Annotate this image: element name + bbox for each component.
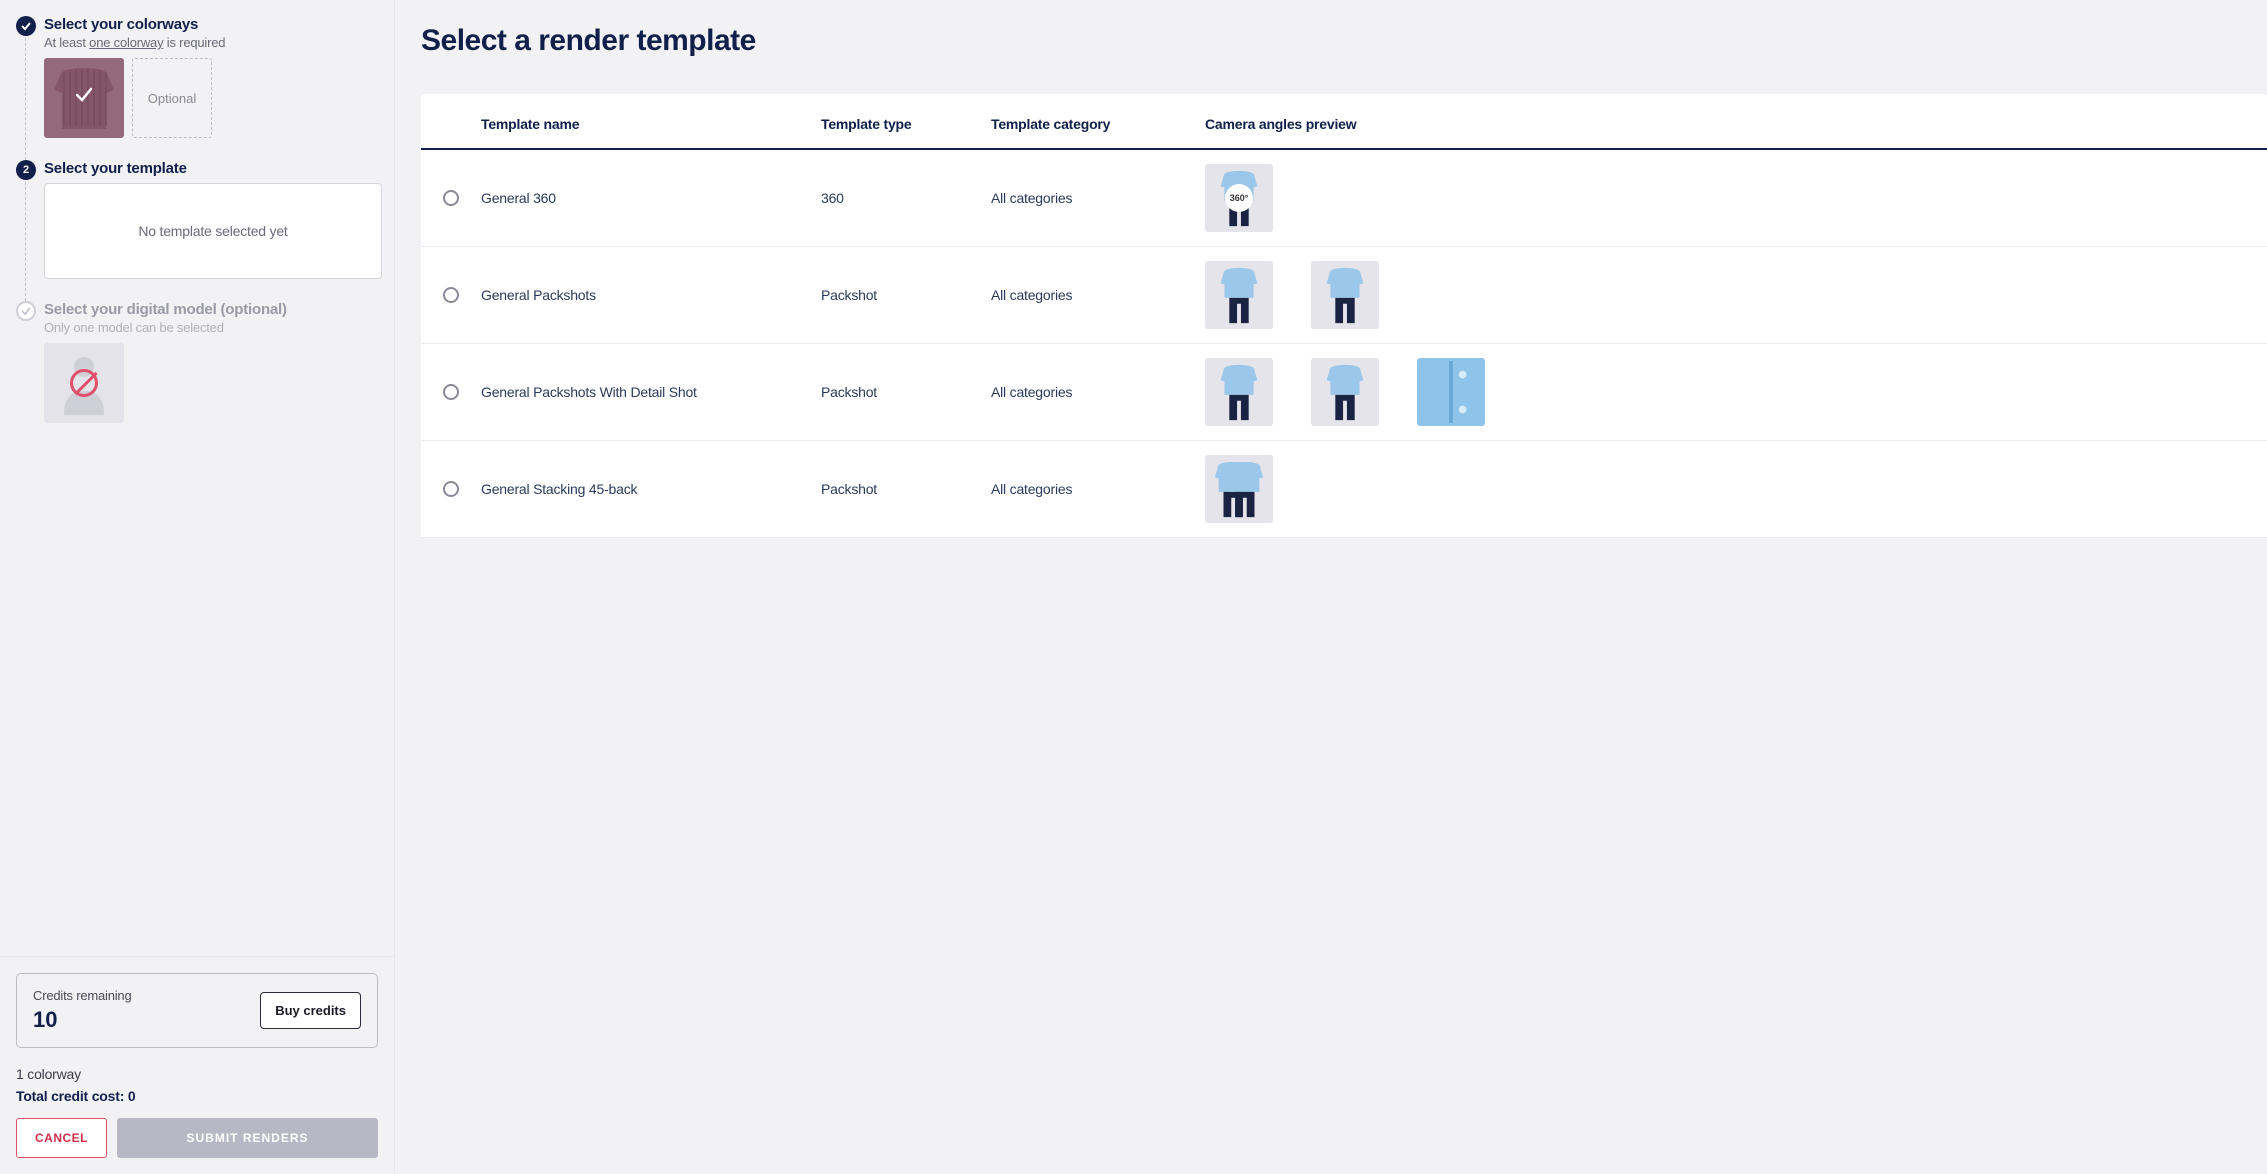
- cancel-button[interactable]: CANCEL: [16, 1118, 107, 1158]
- step-colorways: Select your colorways At least one color…: [16, 16, 378, 138]
- preview-thumb-outfit-back: [1311, 261, 1379, 329]
- step-model: Select your digital model (optional) Onl…: [16, 301, 378, 423]
- preview-cell: [1205, 259, 2267, 331]
- credits-label: Credits remaining: [33, 988, 131, 1003]
- badge-360: 360°: [1225, 184, 1253, 212]
- credits-box: Credits remaining 10 Buy credits: [16, 973, 378, 1048]
- check-icon: [21, 306, 31, 316]
- col-category: Template category: [991, 116, 1205, 132]
- template-radio[interactable]: [443, 481, 459, 497]
- table-row[interactable]: General 360360All categories 360°: [421, 150, 2267, 247]
- table-header: Template name Template type Template cat…: [421, 94, 2267, 150]
- outfit-icon: [1208, 361, 1270, 423]
- page-title: Select a render template: [421, 24, 2267, 58]
- main: Select a render template Template name T…: [395, 0, 2267, 1174]
- preview-thumb-outfit-360: 360°: [1205, 164, 1273, 232]
- model-none-thumb[interactable]: [44, 343, 124, 423]
- template-type: Packshot: [821, 287, 991, 303]
- outfit-icon: [1314, 264, 1376, 326]
- template-radio[interactable]: [443, 287, 459, 303]
- prohibited-icon: [70, 369, 98, 397]
- preview-cell: [1205, 453, 2267, 525]
- buy-credits-button[interactable]: Buy credits: [260, 992, 361, 1029]
- preview-cell: [1205, 356, 2267, 428]
- outfit-icon: [1208, 264, 1270, 326]
- preview-thumb-outfit-stack: [1205, 455, 1273, 523]
- template-type: Packshot: [821, 384, 991, 400]
- template-name: General Packshots: [481, 287, 821, 303]
- preview-cell: 360°: [1205, 162, 2267, 234]
- col-preview: Camera angles preview: [1205, 116, 2267, 132]
- colorway-add-optional[interactable]: Optional: [132, 58, 212, 138]
- outfit-icon: [1314, 361, 1376, 423]
- preview-thumb-outfit-back: [1311, 358, 1379, 426]
- outfit-stack-icon: [1208, 458, 1270, 520]
- step-template: 2 Select your template No template selec…: [16, 160, 378, 279]
- template-category: All categories: [991, 190, 1205, 206]
- template-category: All categories: [991, 384, 1205, 400]
- preview-thumb-outfit-front: [1205, 358, 1273, 426]
- step-indicator-current: 2: [16, 160, 36, 180]
- template-name: General Stacking 45-back: [481, 481, 821, 497]
- template-category: All categories: [991, 481, 1205, 497]
- template-empty-box: No template selected yet: [44, 183, 382, 279]
- col-type: Template type: [821, 116, 991, 132]
- check-icon: [74, 85, 94, 111]
- step-indicator-done: [16, 16, 36, 36]
- template-radio[interactable]: [443, 190, 459, 206]
- check-icon: [21, 21, 31, 31]
- table-row[interactable]: General Stacking 45-backPackshotAll cate…: [421, 441, 2267, 538]
- template-table: Template name Template type Template cat…: [421, 94, 2267, 538]
- summary-colorway: 1 colorway: [16, 1066, 378, 1082]
- preview-thumb-detail: [1417, 358, 1485, 426]
- credits-value: 10: [33, 1007, 131, 1033]
- detail-icon: [1420, 361, 1482, 423]
- step-indicator-pending: [16, 301, 36, 321]
- template-type: 360: [821, 190, 991, 206]
- table-row[interactable]: General Packshots With Detail ShotPacksh…: [421, 344, 2267, 441]
- step-subtitle: Only one model can be selected: [44, 320, 378, 335]
- step-title: Select your template: [44, 160, 378, 177]
- sidebar-footer: Credits remaining 10 Buy credits 1 color…: [0, 956, 394, 1174]
- colorway-thumb-selected[interactable]: [44, 58, 124, 138]
- col-name: Template name: [481, 116, 821, 132]
- summary-cost: Total credit cost: 0: [16, 1088, 378, 1104]
- sidebar: Select your colorways At least one color…: [0, 0, 395, 1174]
- step-title: Select your colorways: [44, 16, 378, 33]
- step-subtitle: At least one colorway is required: [44, 35, 378, 50]
- template-name: General 360: [481, 190, 821, 206]
- submit-renders-button[interactable]: SUBMIT RENDERS: [117, 1118, 378, 1158]
- template-radio[interactable]: [443, 384, 459, 400]
- template-name: General Packshots With Detail Shot: [481, 384, 821, 400]
- template-category: All categories: [991, 287, 1205, 303]
- template-type: Packshot: [821, 481, 991, 497]
- preview-thumb-outfit-front: [1205, 261, 1273, 329]
- step-title: Select your digital model (optional): [44, 301, 378, 318]
- table-row[interactable]: General PackshotsPackshotAll categories: [421, 247, 2267, 344]
